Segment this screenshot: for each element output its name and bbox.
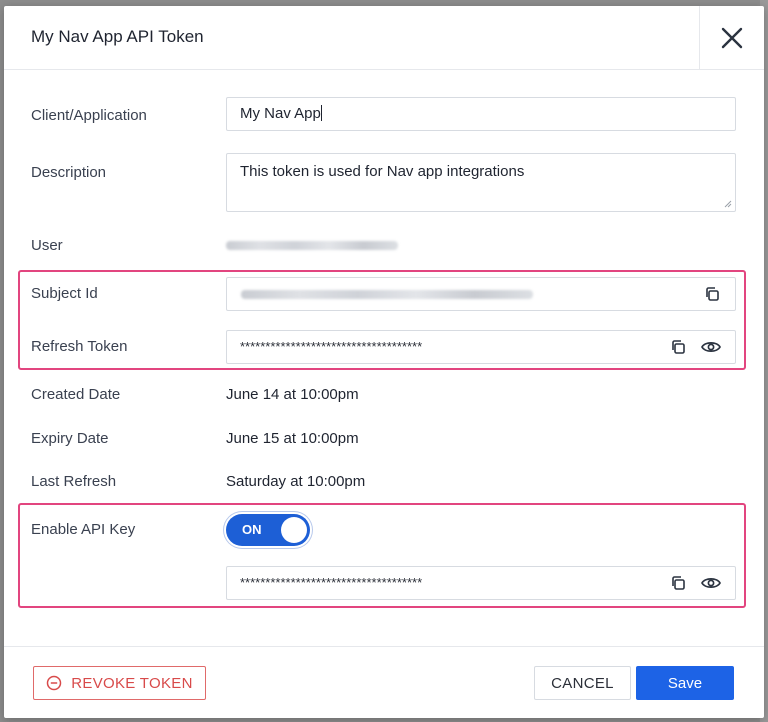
reveal-refresh-token-button[interactable] (700, 336, 722, 358)
toggle-state-label: ON (242, 522, 262, 537)
last-refresh-value: Saturday at 10:00pm (226, 473, 366, 490)
subject-id-value-redacted (241, 290, 533, 299)
revoke-token-label: REVOKE TOKEN (71, 674, 193, 692)
created-date-label: Created Date (31, 386, 121, 403)
copy-subject-id-button[interactable] (701, 283, 723, 305)
save-button[interactable]: Save (636, 666, 734, 700)
client-input[interactable]: My Nav App (226, 97, 736, 131)
reveal-api-key-button[interactable] (700, 572, 722, 594)
description-label: Description (31, 164, 107, 181)
created-date-value: June 14 at 10:00pm (226, 386, 359, 403)
description-value: This token is used for Nav app integrati… (240, 163, 525, 180)
resize-grip-icon[interactable] (724, 200, 732, 208)
close-icon (721, 27, 743, 49)
subject-id-label: Subject Id (31, 285, 98, 302)
expiry-date-value: June 15 at 10:00pm (226, 430, 359, 447)
api-key-value: ************************************ (240, 575, 423, 590)
subject-id-field (226, 277, 736, 311)
copy-icon (672, 340, 685, 354)
toggle-knob (281, 517, 307, 543)
copy-icon (672, 576, 685, 590)
api-key-field: ************************************ (226, 566, 736, 600)
copy-api-key-button[interactable] (667, 572, 689, 594)
description-textarea[interactable]: This token is used for Nav app integrati… (226, 153, 736, 212)
eye-icon (701, 578, 721, 588)
user-label: User (31, 237, 63, 254)
minus-circle-icon (47, 675, 62, 691)
client-value: My Nav App (240, 105, 321, 122)
cancel-button[interactable]: CANCEL (534, 666, 631, 700)
close-button[interactable] (699, 6, 764, 70)
enable-api-key-label: Enable API Key (31, 521, 136, 538)
refresh-token-label: Refresh Token (31, 338, 128, 355)
copy-icon (706, 287, 719, 301)
text-cursor (320, 105, 322, 121)
client-label: Client/Application (31, 107, 147, 124)
eye-icon (701, 342, 721, 352)
enable-api-key-toggle[interactable]: ON (226, 514, 310, 546)
dialog-header: My Nav App API Token (4, 6, 764, 70)
last-refresh-label: Last Refresh (31, 473, 117, 490)
api-token-dialog: My Nav App API Token Client/Application … (4, 6, 764, 718)
user-value-redacted (226, 241, 398, 250)
dialog-title: My Nav App API Token (31, 27, 204, 46)
expiry-date-label: Expiry Date (31, 430, 109, 447)
dialog-footer: REVOKE TOKEN CANCEL Save (4, 646, 764, 718)
copy-refresh-token-button[interactable] (667, 336, 689, 358)
refresh-token-field: ************************************ (226, 330, 736, 364)
refresh-token-value: ************************************ (240, 339, 423, 354)
revoke-token-button[interactable]: REVOKE TOKEN (33, 666, 206, 700)
